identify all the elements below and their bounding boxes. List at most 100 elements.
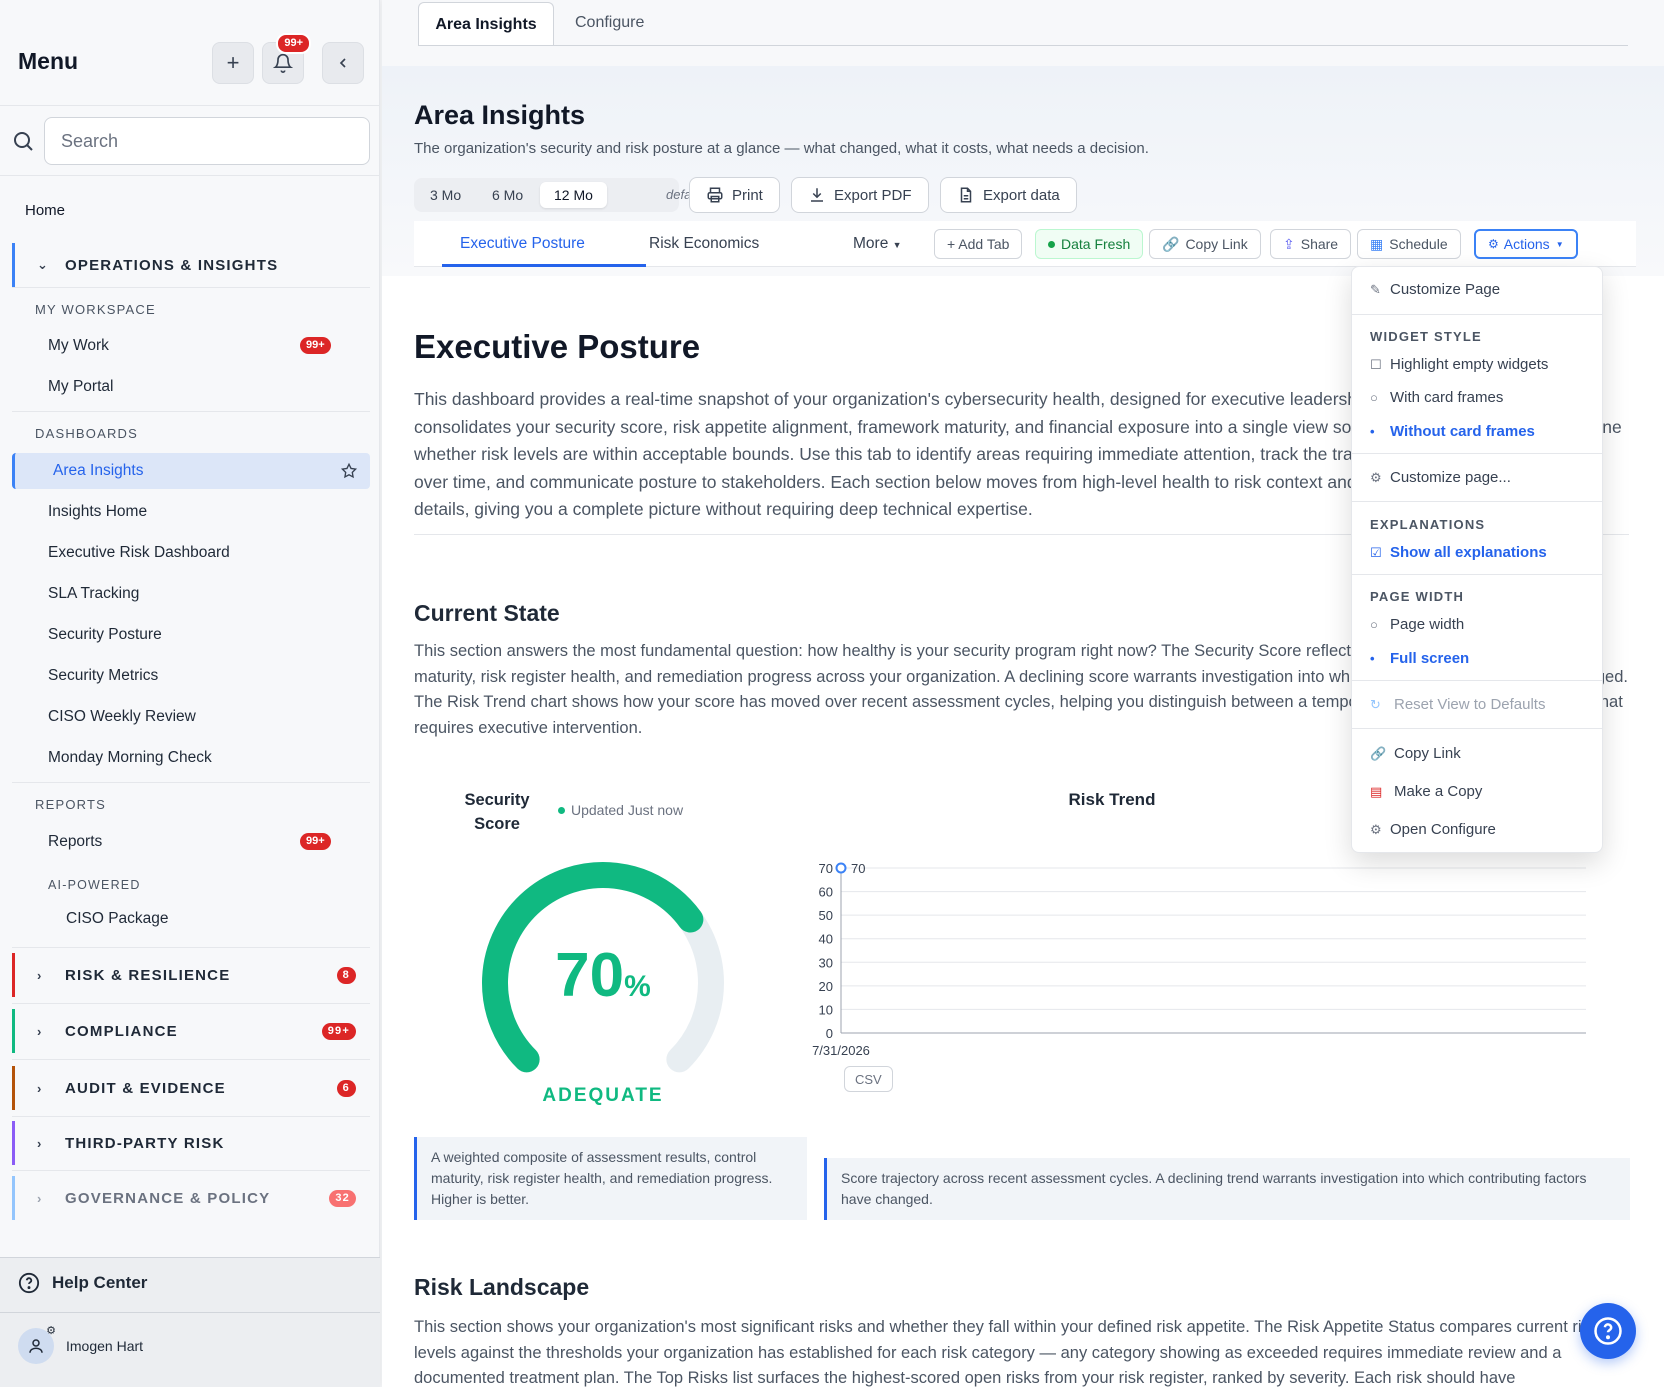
print-button[interactable]: Print [689,177,780,213]
export-data-label: Export data [983,186,1060,204]
menu-full-screen[interactable]: • Full screen [1370,650,1469,667]
add-button[interactable]: + [212,42,254,84]
widget-style-label: WIDGET STYLE [1370,329,1482,344]
nav-my-work[interactable]: My Work [48,337,109,355]
tab-more[interactable]: More ▼ [853,235,902,253]
help-center-link[interactable]: Help Center [18,1272,147,1294]
section-operations-insights[interactable]: ⌄ OPERATIONS & INSIGHTS [12,243,370,287]
y-tick-label: 50 [819,908,833,923]
radio-selected-icon: • [1370,424,1375,439]
nav-security-metrics[interactable]: Security Metrics [48,667,158,685]
divider [12,287,370,288]
nav-sla-tracking[interactable]: SLA Tracking [48,585,139,603]
caret-down-icon: ▼ [1555,239,1564,249]
dashboard-tab-bar: Executive Posture Risk Economics More ▼ … [414,221,1636,267]
data-fresh-indicator[interactable]: Data Fresh [1035,229,1144,259]
divider [12,1170,370,1171]
checkbox-checked-icon: ☑ [1370,544,1382,560]
tab-area-insights[interactable]: Area Insights [418,2,554,46]
csv-export-button[interactable]: CSV [844,1066,893,1092]
nav-reports[interactable]: Reports [48,833,102,851]
menu-item-label: Without card frames [1390,423,1535,440]
updated-status: Updated Just now [558,802,683,818]
divider [1352,574,1602,575]
notifications-button[interactable]: 99+ [262,33,311,84]
settings-gear-icon: ⚙ [46,1325,56,1337]
nav-area-insights[interactable]: Area Insights [12,453,370,489]
nav-security-posture[interactable]: Security Posture [48,626,162,644]
section-badge: 6 [336,1079,356,1097]
radio-empty-icon: ○ [1370,617,1378,632]
x-tick-label: 7/31/2026 [812,1043,870,1058]
nav-executive-risk-dashboard[interactable]: Executive Risk Dashboard [48,544,230,562]
pencil-icon: ✎ [1370,281,1381,297]
section-third-party-risk[interactable]: › THIRD-PARTY RISK [12,1121,370,1165]
help-fab-button[interactable] [1580,1303,1636,1359]
actions-button[interactable]: ⚙ Actions ▼ [1474,229,1578,259]
range-3mo[interactable]: 3 Mo [416,182,475,208]
nav-home[interactable]: Home [25,202,65,219]
divider [12,947,370,948]
data-point[interactable] [835,862,847,874]
section-risk-resilience[interactable]: › RISK & RESILIENCE 8 [12,953,370,997]
nav-item-label: Area Insights [53,462,144,479]
schedule-button[interactable]: ▦ Schedule [1357,229,1461,259]
divider [0,1312,380,1313]
menu-item-label: Customize page... [1390,469,1511,486]
nav-my-portal[interactable]: My Portal [48,378,113,396]
risk-landscape-description: This section shows your organization's m… [414,1318,1599,1387]
menu-page-width[interactable]: ○ Page width [1370,616,1464,633]
status-dot-icon [558,806,565,814]
menu-customize-page[interactable]: ✎ Customize Page [1370,281,1500,298]
menu-copy-link[interactable]: 🔗 Copy Link [1370,745,1461,762]
reports-label: REPORTS [35,797,107,812]
security-score-value: 70% [468,940,738,1011]
document-icon [960,187,972,203]
section-badge: 32 [329,1189,356,1207]
gear-icon: ⚙ [1488,237,1499,251]
section-audit-evidence[interactable]: › AUDIT & EVIDENCE 6 [12,1066,370,1110]
tab-risk-economics[interactable]: Risk Economics [649,235,759,253]
section-governance-policy[interactable]: › GOVERNANCE & POLICY 32 [12,1176,370,1220]
help-center-label: Help Center [52,1273,148,1292]
menu-reset-view[interactable]: ↻ Reset View to Defaults [1370,696,1545,713]
nav-monday-morning-check[interactable]: Monday Morning Check [48,749,212,767]
menu-make-copy[interactable]: ▤ Make a Copy [1370,783,1482,800]
menu-highlight-empty[interactable]: ☐ Highlight empty widgets [1370,356,1548,373]
export-data-button[interactable]: Export data [940,177,1077,213]
gear-icon: ⚙ [1370,469,1382,485]
menu-without-card-frames[interactable]: • Without card frames [1370,423,1535,440]
range-12mo[interactable]: 12 Mo [540,182,607,208]
menu-show-all-explanations[interactable]: ☑ Show all explanations [1370,544,1547,561]
collapse-sidebar-button[interactable] [322,42,364,84]
star-icon[interactable] [340,462,358,480]
export-pdf-button[interactable]: Export PDF [791,177,929,213]
add-tab-button[interactable]: + Add Tab [934,229,1023,259]
menu-with-card-frames[interactable]: ○ With card frames [1370,389,1503,406]
section-label: AUDIT & EVIDENCE [65,1079,226,1097]
share-button[interactable]: ⇪ Share [1270,229,1352,259]
executive-posture-heading: Executive Posture [414,328,701,365]
search-bar [0,106,379,176]
section-compliance[interactable]: › COMPLIANCE 99+ [12,1009,370,1053]
tab-configure[interactable]: Configure [575,14,644,32]
copy-link-button[interactable]: 🔗 Copy Link [1149,229,1261,259]
nav-insights-home[interactable]: Insights Home [48,503,147,521]
section-badge: 99+ [321,1022,356,1040]
nav-ciso-weekly-review[interactable]: CISO Weekly Review [48,708,196,726]
range-6mo[interactable]: 6 Mo [478,182,537,208]
radio-selected-icon: • [1370,651,1375,666]
menu-open-configure[interactable]: ⚙ Open Configure [1370,821,1496,838]
menu-item-label: Full screen [1390,650,1470,667]
explanations-label: EXPLANATIONS [1370,517,1486,532]
divider [1352,453,1602,454]
user-profile[interactable]: ⚙ Imogen Hart [18,1325,143,1364]
menu-customize-page-dialog[interactable]: ⚙ Customize page... [1370,469,1511,486]
search-input[interactable] [44,117,370,165]
nav-ciso-package[interactable]: CISO Package [66,910,169,928]
data-fresh-label: Data Fresh [1061,236,1131,252]
tab-executive-posture[interactable]: Executive Posture [460,235,585,253]
my-work-badge: 99+ [300,337,331,354]
divider [1352,501,1602,502]
link-icon: 🔗 [1370,745,1387,761]
